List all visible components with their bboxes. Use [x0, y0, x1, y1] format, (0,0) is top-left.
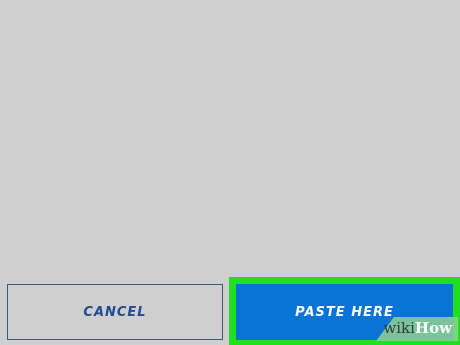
watermark-text: wikiHow: [383, 319, 452, 337]
cancel-button[interactable]: CANCEL: [7, 284, 223, 340]
watermark-wiki: wiki: [383, 319, 415, 337]
wikihow-watermark: wikiHow: [366, 311, 458, 341]
watermark-how: How: [414, 319, 452, 337]
cancel-button-label: CANCEL: [83, 304, 147, 320]
dialog-screen: CANCEL PASTE HERE wikiHow: [0, 0, 460, 345]
